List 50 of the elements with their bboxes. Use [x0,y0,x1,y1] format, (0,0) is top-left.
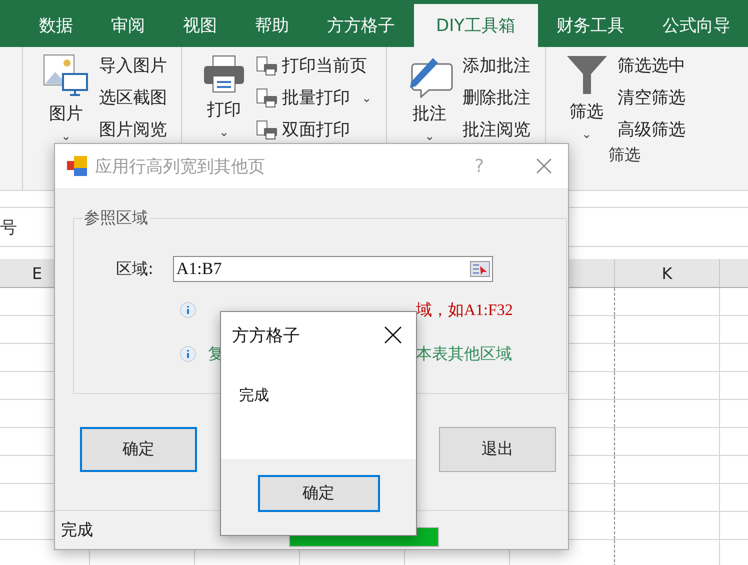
small-printer-icon [256,120,278,140]
picture-icon [43,54,89,98]
app-logo-icon [67,156,87,176]
small-printer-icon [256,56,278,76]
ribbon-item[interactable]: 删除批注 [462,84,531,111]
name-box[interactable]: 号 [0,216,17,238]
info-icon [180,346,196,362]
ribbon-tab[interactable]: 财务工具 [538,4,644,47]
ribbon-item[interactable]: 批量打印 ⌄ [256,84,372,111]
ribbon-item[interactable]: 清空筛选 [618,84,686,111]
range-field[interactable]: A1:B7 [173,256,494,282]
ribbon-large-button[interactable]: 图片 ⌄ [41,52,91,145]
range-picker-icon [470,261,490,277]
ribbon-large-button[interactable]: 打印 ⌄ [200,52,248,143]
message-box-title: 方方格子 [232,324,300,346]
ribbon-large-button[interactable]: 筛选 ⌄ [564,52,610,143]
range-label: 区域: [116,258,154,280]
ribbon-tab[interactable]: DIY工具箱 [414,4,538,47]
column-header[interactable]: K [662,264,672,282]
dialog-title: 应用行高列宽到其他页 [95,156,266,178]
ribbon-tab[interactable]: 帮助 [236,4,308,47]
ok-button[interactable]: 确定 [258,475,380,512]
small-printer-icon [256,88,278,108]
ribbon-tab[interactable]: 数据 [20,4,92,47]
message-text: 完成 [239,386,269,404]
ribbon-tab[interactable]: 视图 [164,4,236,47]
ribbon-tab[interactable]: 审阅 [92,4,164,47]
info-icon [180,302,196,318]
dialog-button[interactable]: 确定 [80,427,197,472]
ribbon-item[interactable]: 批注阅览 [462,116,531,143]
ribbon-tab[interactable]: 公式向导 [644,4,748,47]
ribbon-item[interactable]: 双面打印 [256,116,372,143]
group-label: 筛选 [608,145,642,166]
dialog-button[interactable]: 退出 [439,427,556,472]
funnel-icon [566,54,608,96]
column-header[interactable]: E [32,264,42,282]
group-title: 参照区域 [82,208,150,229]
status-text: 完成 [61,520,94,540]
ribbon-tab[interactable]: 方方格子 [308,4,414,47]
ribbon-item[interactable]: 筛选选中 [618,52,686,79]
ribbon-item[interactable]: 选区截图 [99,84,167,111]
ribbon-large-button[interactable]: 批注 ⌄ [404,52,455,145]
ribbon-item[interactable]: 高级筛选 [618,116,686,143]
printer-icon [202,54,246,94]
ribbon-item[interactable]: 打印当前页 [256,52,372,79]
hint-text: 域，如A1:F32 [416,300,513,320]
ribbon-item[interactable]: 导入图片 [99,52,167,79]
ribbon-item[interactable]: 添加批注 [462,52,531,79]
hint-text: 本表其他区域 [416,344,512,364]
ribbon-item[interactable]: 图片阅览 [99,116,167,143]
